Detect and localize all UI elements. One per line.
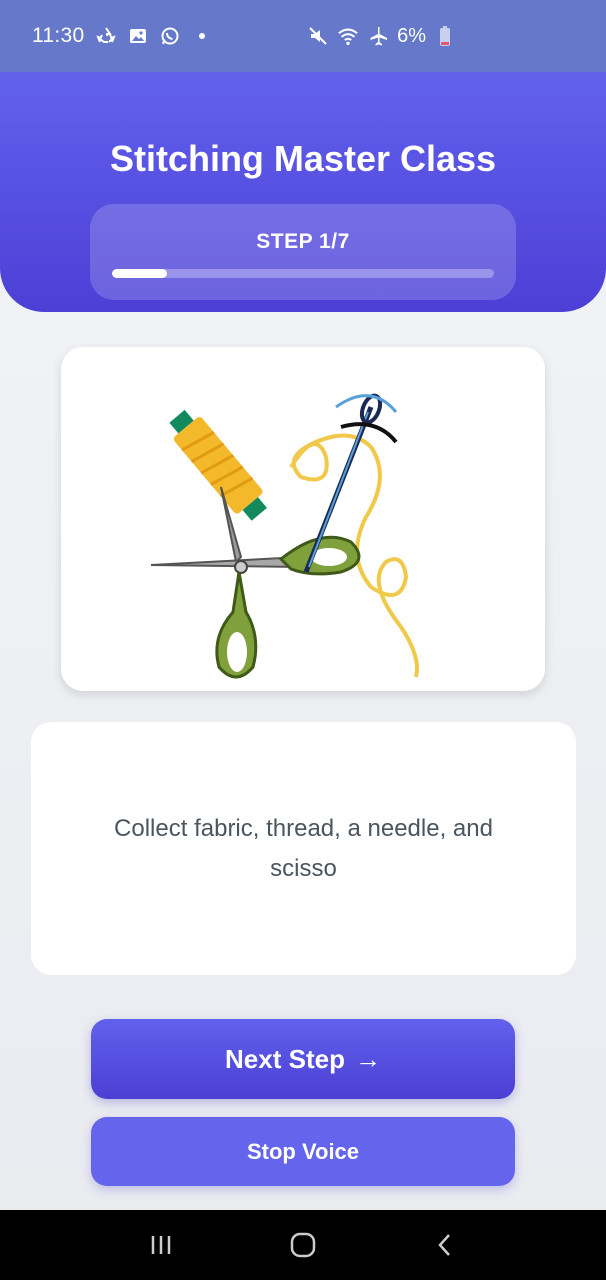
status-bar: 11:30 6% — [0, 0, 606, 72]
stop-voice-label: Stop Voice — [246, 1138, 360, 1164]
step-image-card — [61, 347, 545, 691]
page-title: Stitching Master Class — [109, 138, 497, 179]
gallery-icon — [127, 25, 149, 47]
step-label: STEP 1/7 — [256, 230, 350, 253]
progress-fill — [112, 269, 167, 278]
next-step-label: Next Step — [225, 1043, 345, 1074]
airplane-icon — [367, 25, 389, 47]
header: Stitching Master Class STEP 1/7 — [0, 58, 606, 312]
screen: 11:30 6% Stitching Master Class STEP 1/7… — [0, 0, 606, 1280]
instruction-text: Collect fabric, thread, a needle, and sc… — [114, 814, 493, 882]
dot-icon — [191, 25, 213, 47]
battery-percent: 6% — [397, 24, 426, 47]
recent-apps-icon[interactable] — [131, 1215, 191, 1275]
instruction-card: Collect fabric, thread, a needle, and sc… — [31, 722, 576, 975]
recycle-icon — [95, 25, 117, 47]
mute-icon — [307, 25, 329, 47]
arrow-right-icon: → — [354, 1043, 381, 1074]
progress-bar — [112, 269, 494, 278]
wifi-icon — [337, 25, 359, 47]
status-left: 11:30 — [32, 0, 213, 72]
step-indicator: STEP 1/7 — [90, 204, 516, 300]
status-right: 6% — [307, 0, 606, 72]
status-time: 11:30 — [32, 24, 85, 47]
home-icon[interactable] — [273, 1215, 333, 1275]
system-nav-bar — [0, 1210, 606, 1280]
battery-icon — [434, 25, 456, 47]
next-step-button[interactable]: Next Step → — [91, 1019, 515, 1099]
whatsapp-icon — [159, 25, 181, 47]
stop-voice-button[interactable]: Stop Voice — [91, 1117, 515, 1186]
sewing-tools-icon — [150, 393, 419, 679]
back-icon[interactable] — [415, 1215, 475, 1275]
